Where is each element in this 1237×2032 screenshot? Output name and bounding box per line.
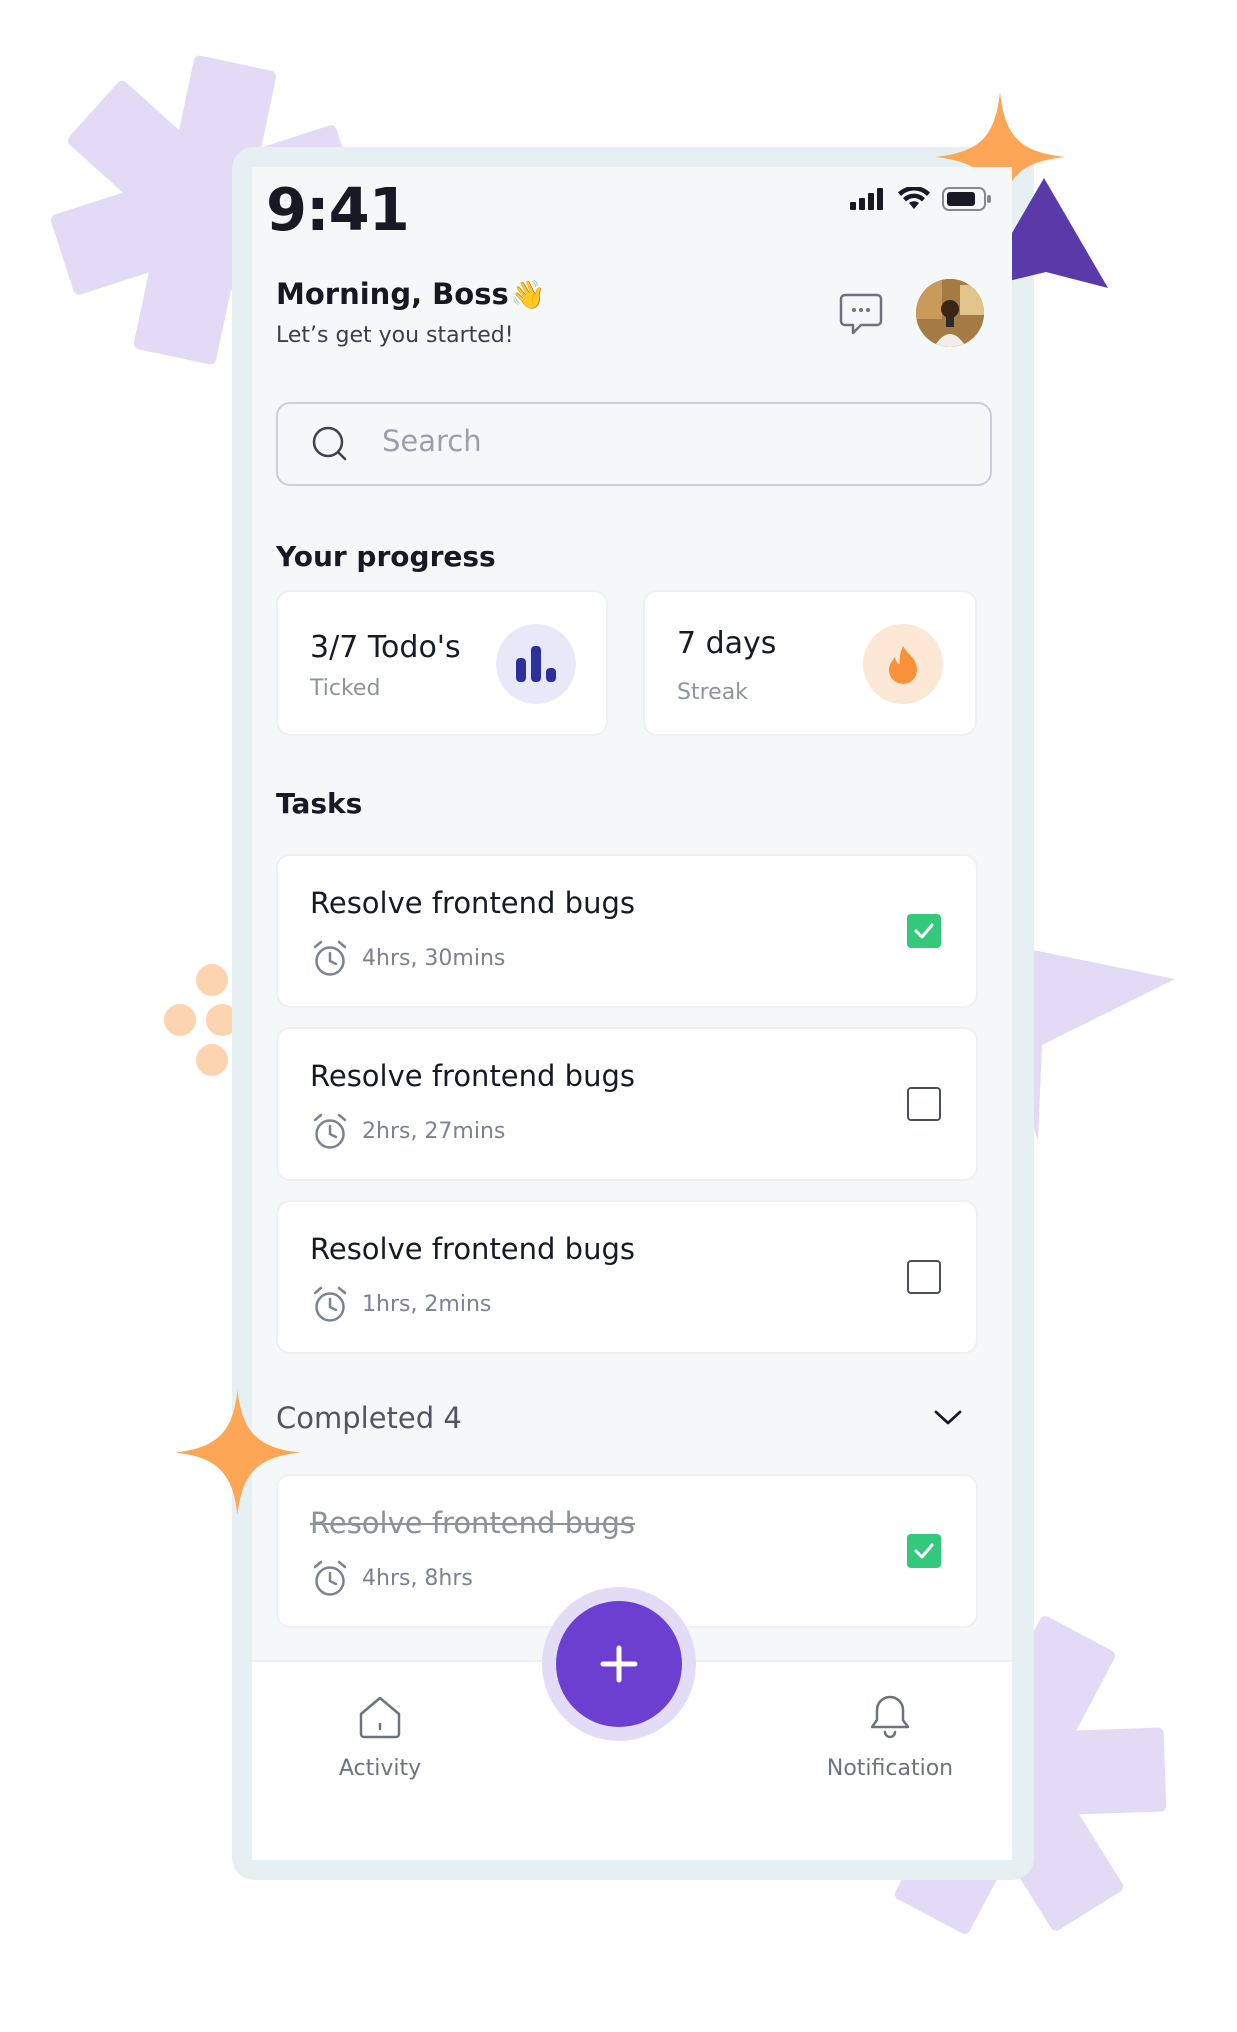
nav-label-notification: Notification bbox=[826, 1756, 954, 1781]
home-icon bbox=[359, 1696, 401, 1739]
task-duration: 4hrs, 30mins bbox=[362, 946, 506, 971]
status-icons bbox=[850, 187, 992, 211]
task-card[interactable]: Resolve frontend bugs 1hrs, 2mins bbox=[276, 1200, 978, 1354]
status-time: 9:41 bbox=[266, 175, 410, 244]
avatar-image bbox=[916, 279, 984, 347]
peach-flower-left bbox=[164, 964, 238, 1076]
task-title: Resolve frontend bugs bbox=[310, 1506, 635, 1540]
task-duration: 1hrs, 2mins bbox=[362, 1292, 492, 1317]
chat-icon[interactable] bbox=[837, 289, 885, 337]
search-bar[interactable]: Search bbox=[276, 402, 992, 486]
progress-card-todos[interactable]: 3/7 Todo's Ticked bbox=[276, 590, 608, 736]
task-duration: 2hrs, 27mins bbox=[362, 1119, 506, 1144]
task-checkbox-unchecked[interactable] bbox=[907, 1260, 941, 1294]
task-checkbox-checked[interactable] bbox=[907, 914, 941, 948]
task-duration: 4hrs, 8hrs bbox=[362, 1566, 473, 1591]
nav-item-notification[interactable]: Notification bbox=[800, 1692, 980, 1781]
alarm-clock-icon bbox=[313, 1286, 347, 1322]
checkmark-icon bbox=[914, 923, 934, 939]
task-title: Resolve frontend bugs bbox=[310, 886, 635, 920]
task-checkbox-unchecked[interactable] bbox=[907, 1087, 941, 1121]
todos-label: Ticked bbox=[310, 676, 381, 701]
avatar[interactable] bbox=[916, 279, 984, 347]
alarm-clock-icon bbox=[313, 1113, 347, 1149]
progress-card-streak[interactable]: 7 days Streak bbox=[643, 590, 977, 736]
subtitle: Let’s get you started! bbox=[276, 323, 514, 348]
greeting: Morning, Boss👋 bbox=[276, 277, 546, 311]
search-icon bbox=[312, 426, 347, 461]
task-title: Resolve frontend bugs bbox=[310, 1059, 635, 1093]
add-task-button[interactable] bbox=[556, 1601, 682, 1727]
streak-label: Streak bbox=[677, 680, 748, 705]
completed-section-toggle[interactable]: Completed 4 bbox=[276, 1401, 462, 1435]
task-card[interactable]: Resolve frontend bugs 2hrs, 27mins bbox=[276, 1027, 978, 1181]
bell-icon bbox=[870, 1695, 910, 1739]
phone-screen: 9:41 Morning, Boss👋 Let’s get you starte… bbox=[252, 167, 1012, 1860]
tasks-section-title: Tasks bbox=[276, 787, 363, 820]
greeting-text: Morning, Boss bbox=[276, 277, 509, 311]
battery-icon bbox=[942, 187, 991, 211]
alarm-clock-icon bbox=[313, 1560, 347, 1596]
todos-value: 3/7 Todo's bbox=[310, 630, 461, 665]
progress-section-title: Your progress bbox=[276, 540, 496, 573]
nav-label-activity: Activity bbox=[338, 1756, 422, 1781]
nav-item-activity[interactable]: Activity bbox=[290, 1692, 470, 1781]
flame-icon bbox=[863, 624, 943, 704]
search-placeholder: Search bbox=[382, 424, 482, 458]
task-card[interactable]: Resolve frontend bugs 4hrs, 30mins bbox=[276, 854, 978, 1008]
checkmark-icon bbox=[914, 1543, 934, 1559]
task-title: Resolve frontend bugs bbox=[310, 1232, 635, 1266]
wifi-icon bbox=[898, 187, 930, 209]
orange-sparkle-left bbox=[175, 1390, 300, 1515]
streak-value: 7 days bbox=[677, 626, 777, 661]
chevron-down-icon[interactable] bbox=[932, 1407, 964, 1427]
task-checkbox-checked[interactable] bbox=[907, 1534, 941, 1568]
alarm-clock-icon bbox=[313, 940, 347, 976]
signal-icon bbox=[850, 188, 883, 210]
plus-icon bbox=[600, 1645, 638, 1683]
bar-chart-icon bbox=[496, 624, 576, 704]
wave-emoji: 👋 bbox=[510, 278, 546, 311]
